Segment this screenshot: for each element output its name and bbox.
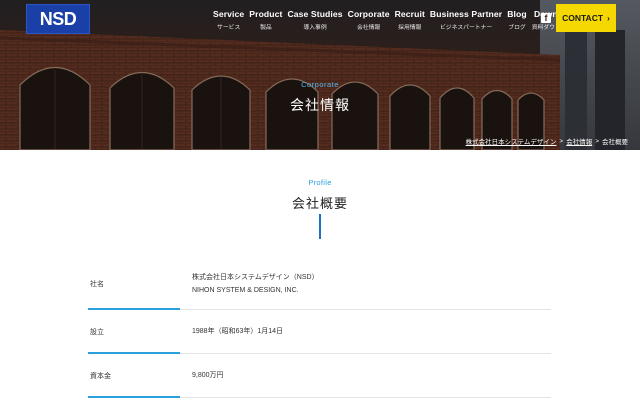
- nav-label-en: Case Studies: [287, 9, 343, 19]
- nav-item-corporate[interactable]: Corporate 会社情報: [348, 9, 390, 31]
- profile-table: 社名 株式会社日本システムデザイン（NSD） NIHON SYSTEM & DE…: [88, 258, 551, 398]
- nav-label-ja: サービス: [217, 25, 241, 31]
- nav-label-en: Service: [213, 9, 245, 19]
- profile-value: 1988年（昭和63年）1月14日: [180, 310, 551, 353]
- profile-value-line: 9,800万円: [192, 372, 224, 379]
- nav-label-en: Business Partner: [429, 9, 503, 19]
- facebook-glyph: f: [544, 13, 548, 23]
- contact-button[interactable]: CONTACT ›: [556, 4, 616, 32]
- nav-item-recruit[interactable]: Recruit 採用情報: [395, 9, 425, 31]
- nav-item-service[interactable]: Service サービス: [213, 9, 244, 31]
- nav-label-en: Blog: [507, 9, 527, 19]
- main-nav: Service サービス Product 製品 Case Studies 導入事…: [213, 9, 578, 31]
- contact-label: CONTACT: [562, 13, 604, 23]
- nav-label-ja: ビジネスパートナー: [439, 25, 493, 31]
- nav-label-ja: 製品: [260, 25, 272, 31]
- nav-item-blog[interactable]: Blog ブログ: [507, 9, 527, 31]
- profile-value-line: 株式会社日本システムデザイン（NSD）: [192, 273, 319, 281]
- profile-label: 設立: [88, 310, 180, 354]
- profile-row-established: 設立 1988年（昭和63年）1月14日: [88, 310, 551, 354]
- profile-value-line: NIHON SYSTEM & DESIGN, INC.: [192, 286, 299, 294]
- nav-label-ja: 採用情報: [398, 25, 422, 31]
- breadcrumb: 株式会社日本システムデザイン > 会社情報 > 会社概要: [466, 136, 628, 147]
- nav-label-ja: 導入事例: [303, 25, 327, 31]
- profile-label: 資本金: [88, 354, 180, 398]
- profile-row-capital: 資本金 9,800万円: [88, 354, 551, 398]
- nav-label-en: Product: [249, 9, 283, 19]
- profile-label: 社名: [88, 258, 180, 310]
- section-subtitle: Profile: [308, 178, 332, 187]
- profile-value-line: 1988年（昭和63年）1月14日: [192, 328, 284, 335]
- breadcrumb-separator: >: [559, 137, 564, 145]
- chevron-right-icon: ›: [607, 13, 610, 23]
- profile-value: 株式会社日本システムデザイン（NSD） NIHON SYSTEM & DESIG…: [180, 258, 551, 309]
- profile-row-company-name: 社名 株式会社日本システムデザイン（NSD） NIHON SYSTEM & DE…: [88, 258, 551, 310]
- hero-subtitle: Corporate: [301, 80, 339, 89]
- nav-label-ja: ブログ: [508, 25, 526, 31]
- breadcrumb-separator: >: [595, 137, 599, 145]
- nav-label-ja: 会社情報: [357, 25, 381, 31]
- nav-label-en: Recruit: [394, 9, 425, 19]
- nav-item-case-studies[interactable]: Case Studies 導入事例: [287, 9, 342, 31]
- nav-item-product[interactable]: Product 製品: [249, 9, 282, 31]
- facebook-icon[interactable]: f: [541, 13, 551, 23]
- section-title: 会社概要: [291, 196, 348, 211]
- nsd-logo[interactable]: NSD: [26, 4, 90, 34]
- breadcrumb-home-link[interactable]: 株式会社日本システムデザイン: [466, 136, 557, 146]
- profile-value: 9,800万円: [180, 354, 551, 397]
- nav-label-en: Corporate: [347, 9, 390, 19]
- nav-item-business-partner[interactable]: Business Partner ビジネスパートナー: [430, 9, 502, 31]
- section-divider: [319, 214, 321, 239]
- breadcrumb-current: 会社概要: [602, 139, 628, 146]
- breadcrumb-corporate-link[interactable]: 会社情報: [566, 136, 592, 146]
- hero-title: 会社情報: [290, 97, 350, 113]
- logo-text: NSD: [39, 8, 77, 29]
